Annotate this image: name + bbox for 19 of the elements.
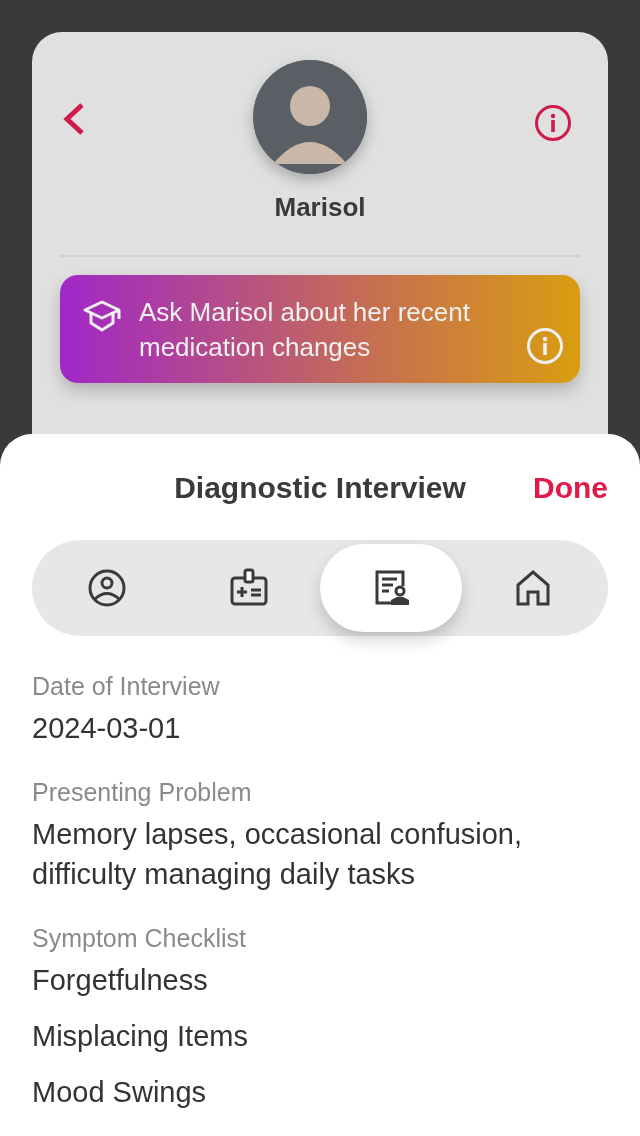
field-value: Misplacing Items bbox=[32, 1019, 249, 1054]
field-label: Date of Interview bbox=[32, 671, 221, 702]
field-value: Mood Swings bbox=[32, 1075, 208, 1110]
tab[interactable] bbox=[320, 544, 462, 632]
back-icon[interactable] bbox=[62, 102, 86, 136]
info-icon[interactable] bbox=[534, 104, 572, 142]
person-icon bbox=[87, 568, 127, 608]
done-button[interactable]: Done bbox=[533, 464, 608, 510]
field-value: 2024-03-01 bbox=[32, 711, 182, 746]
field-label: Presenting Problem bbox=[32, 777, 253, 808]
field-value: Memory lapses, occasional confusion, difficulty managing daily tasks bbox=[32, 817, 523, 892]
patient-name: Marisol bbox=[274, 191, 366, 224]
field-label: Symptom Checklist bbox=[32, 923, 247, 954]
field-value: Forgetfulness bbox=[32, 963, 209, 998]
prompt-banner[interactable]: Ask Marisol about her recent medication changes bbox=[60, 275, 580, 383]
id-badge-icon bbox=[229, 568, 269, 608]
prompt-text: Ask Marisol about her recent medication changes bbox=[139, 296, 471, 364]
sheet-title: Diagnostic Interview bbox=[174, 469, 466, 506]
graduation-cap-icon bbox=[82, 299, 122, 333]
